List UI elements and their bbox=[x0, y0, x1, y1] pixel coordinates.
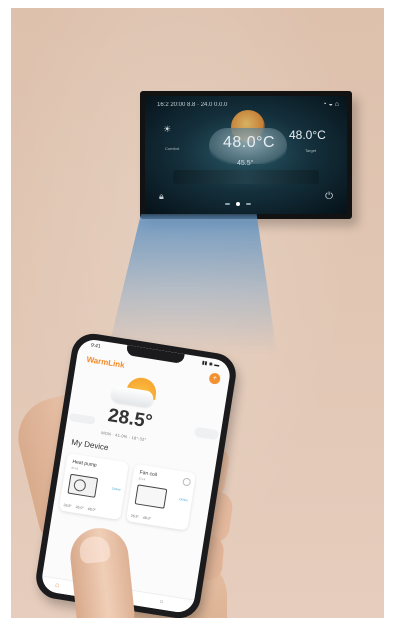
device-values: 26.5° 26.0° 48.0° bbox=[63, 503, 96, 512]
device-card-fan-coil[interactable]: Fan coil ID Hi Online 26.5° 48.0° bbox=[125, 463, 197, 531]
panel-info-bar bbox=[173, 170, 319, 184]
device-value: 26.5° bbox=[63, 503, 72, 509]
mode-icon[interactable]: ☀ bbox=[163, 124, 171, 135]
device-value: 26.5° bbox=[130, 513, 140, 519]
device-values: 26.5° 48.0° bbox=[130, 514, 151, 521]
app-title: WarmLink bbox=[85, 354, 126, 370]
panel-screen: 16:2 20:00 8.8 · 24.0 0.0.0 ◔ ◒ ⌂ ☀ Comf… bbox=[145, 96, 347, 214]
target-temperature[interactable]: 48.0°C bbox=[289, 128, 326, 142]
phone-notch bbox=[125, 345, 185, 364]
user-icon[interactable]: ○ bbox=[159, 598, 164, 606]
device-card-heat-pump[interactable]: Heat pump ID Hi Online 26.5° 26.0° 48.0° bbox=[58, 453, 129, 521]
home-icon[interactable]: ⌂ bbox=[54, 582, 59, 590]
device-value: 48.0° bbox=[87, 506, 97, 513]
device-power-toggle[interactable] bbox=[182, 477, 192, 487]
wall-control-panel: 16:2 20:00 8.8 · 24.0 0.0.0 ◔ ◒ ⌂ ☀ Comf… bbox=[140, 91, 352, 219]
heat-pump-icon bbox=[67, 473, 99, 498]
cloud-decoration bbox=[193, 426, 220, 441]
target-label: Target bbox=[305, 148, 317, 153]
my-device-heading: My Device bbox=[70, 437, 110, 453]
status-icons: ▮▮ ◉ ▬ bbox=[201, 359, 220, 369]
outdoor-temperature: 28.5° bbox=[106, 405, 154, 433]
fan-coil-icon bbox=[134, 484, 168, 509]
device-value: 48.0° bbox=[142, 515, 152, 521]
page-dot bbox=[225, 203, 230, 205]
panel-status-bar: 16:2 20:00 8.8 · 24.0 0.0.0 bbox=[157, 102, 228, 108]
product-photo: 16:2 20:00 8.8 · 24.0 0.0.0 ◔ ◒ ⌂ ☀ Comf… bbox=[11, 8, 384, 618]
add-icon[interactable]: + bbox=[208, 372, 221, 385]
device-status: Online bbox=[111, 486, 121, 492]
status-time: 9:41 bbox=[90, 342, 101, 350]
device-value: 26.0° bbox=[75, 504, 85, 511]
main-temperature: 48.0°C bbox=[223, 134, 276, 151]
signal-beam bbox=[107, 214, 277, 354]
device-status: Online bbox=[178, 497, 189, 503]
cloud-decoration bbox=[68, 412, 96, 425]
device-subtitle: ID Hi bbox=[138, 476, 146, 482]
thumbnail-nail bbox=[78, 535, 111, 565]
lock-icon[interactable]: 🔒︎ bbox=[159, 191, 164, 202]
panel-top-icons[interactable]: ◔ ◒ ⌂ bbox=[322, 101, 339, 108]
power-icon[interactable]: ⏻ bbox=[325, 191, 333, 202]
page-indicator bbox=[225, 202, 251, 206]
device-subtitle: ID Hi bbox=[71, 465, 79, 471]
mode-label: Comfort bbox=[165, 146, 180, 151]
phone-screen: 9:41 ▮▮ ◉ ▬ WarmLink + 28.5° MON · 41.0%… bbox=[39, 337, 233, 615]
water-temperature: 45.5° bbox=[237, 160, 254, 167]
page-dot-active bbox=[236, 202, 240, 206]
page-dot bbox=[246, 203, 251, 205]
